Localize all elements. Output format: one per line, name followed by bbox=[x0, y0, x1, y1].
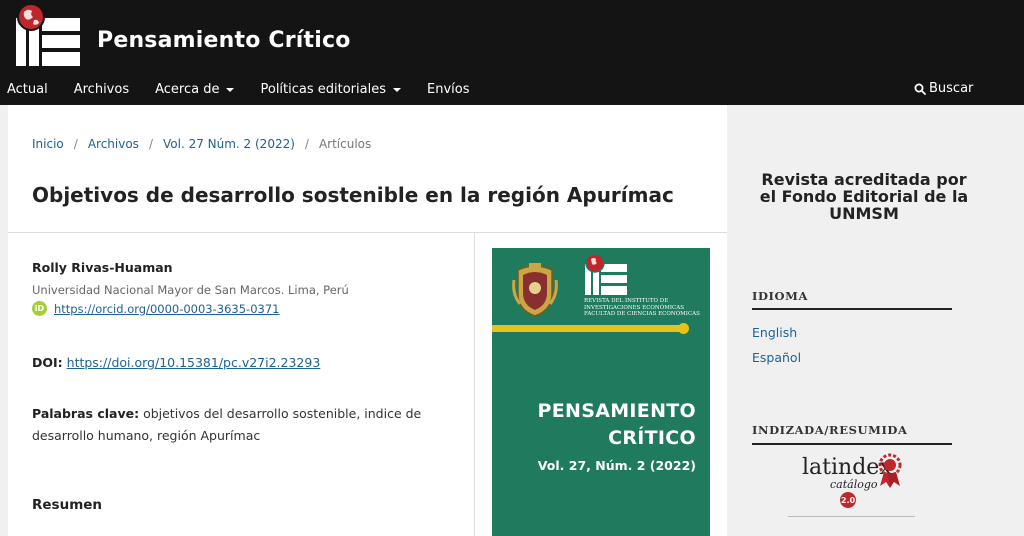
divider bbox=[474, 232, 475, 536]
block-rule bbox=[752, 443, 952, 445]
orcid-link[interactable]: https://orcid.org/0000-0003-3635-0371 bbox=[54, 302, 279, 316]
language-block-title: IDIOMA bbox=[752, 289, 809, 303]
iie-globe-logo-icon[interactable] bbox=[14, 4, 82, 68]
nav-envios[interactable]: Envíos bbox=[427, 82, 470, 97]
breadcrumb: Inicio / Archivos / Vol. 27 Núm. 2 (2022… bbox=[32, 137, 371, 151]
caret-down-icon bbox=[392, 88, 401, 92]
sidebar: Revista acreditada por el Fondo Editoria… bbox=[728, 105, 1024, 536]
breadcrumb-separator: / bbox=[304, 137, 309, 151]
site-title[interactable]: Pensamiento Crítico bbox=[97, 28, 351, 53]
breadcrumb-separator: / bbox=[148, 137, 153, 151]
nav-archivos[interactable]: Archivos bbox=[74, 82, 129, 97]
article-title: Objetivos de desarrollo sostenible en la… bbox=[32, 183, 674, 207]
divider bbox=[8, 232, 727, 233]
cover-header: REVISTA DEL INSTITUTO DE INVESTIGACIONES… bbox=[492, 248, 710, 338]
breadcrumb-current: Artículos bbox=[318, 137, 372, 151]
doi-row: DOI: https://doi.org/10.15381/pc.v27i2.2… bbox=[32, 355, 320, 370]
site-header: Pensamiento Crítico Actual Archivos Acer… bbox=[0, 0, 1024, 105]
cover-pencil-tip bbox=[678, 323, 689, 334]
main-nav: Actual Archivos Acerca de Políticas edit… bbox=[0, 78, 495, 100]
iie-globe-logo-icon bbox=[585, 254, 627, 295]
nav-acerca-de[interactable]: Acerca de bbox=[155, 82, 235, 97]
language-english[interactable]: English bbox=[752, 325, 797, 340]
orcid-row: iD https://orcid.org/0000-0003-3635-0371 bbox=[32, 301, 279, 316]
block-rule bbox=[752, 308, 952, 310]
keywords-label: Palabras clave: bbox=[32, 406, 140, 421]
indexed-block-title: INDIZADA/RESUMIDA bbox=[752, 423, 908, 437]
breadcrumb-inicio[interactable]: Inicio bbox=[32, 137, 64, 151]
latindex-text: latindex bbox=[802, 455, 892, 480]
search-icon bbox=[914, 83, 926, 95]
cover-institution: REVISTA DEL INSTITUTO DE INVESTIGACIONES… bbox=[584, 298, 700, 317]
cover-pencil-bar bbox=[492, 325, 682, 332]
author-affiliation: Universidad Nacional Mayor de San Marcos… bbox=[32, 283, 349, 297]
latindex-version-text: 2.0 bbox=[841, 496, 856, 505]
accreditation-notice: Revista acreditada por el Fondo Editoria… bbox=[759, 170, 969, 223]
breadcrumb-archivos[interactable]: Archivos bbox=[88, 137, 139, 151]
caret-down-icon bbox=[226, 88, 235, 92]
cover-title: PENSAMIENTO CRÍTICO bbox=[537, 400, 696, 449]
author-name: Rolly Rivas-Huaman bbox=[32, 260, 173, 275]
abstract-heading: Resumen bbox=[32, 497, 103, 513]
doi-label: DOI: bbox=[32, 355, 63, 370]
issue-cover-image[interactable]: REVISTA DEL INSTITUTO DE INVESTIGACIONES… bbox=[492, 248, 710, 536]
cover-volume: Vol. 27, Núm. 2 (2022) bbox=[537, 458, 696, 473]
language-espanol[interactable]: Español bbox=[752, 350, 801, 365]
orcid-icon: iD bbox=[32, 301, 47, 316]
breadcrumb-issue[interactable]: Vol. 27 Núm. 2 (2022) bbox=[163, 137, 295, 151]
nav-actual[interactable]: Actual bbox=[7, 82, 48, 97]
latindex-logo[interactable]: latindex catálogo 2.0 bbox=[798, 450, 918, 510]
breadcrumb-separator: / bbox=[73, 137, 78, 151]
doi-link[interactable]: https://doi.org/10.15381/pc.v27i2.23293 bbox=[67, 355, 321, 370]
main-content: Inicio / Archivos / Vol. 27 Núm. 2 (2022… bbox=[8, 105, 727, 536]
university-crest-icon bbox=[512, 263, 558, 317]
nav-politicas-editoriales[interactable]: Políticas editoriales bbox=[260, 82, 401, 97]
divider bbox=[788, 516, 915, 517]
keywords: Palabras clave: objetivos del desarrollo… bbox=[32, 403, 452, 447]
search-link[interactable]: Buscar bbox=[914, 81, 973, 96]
latindex-catalog-text: catálogo bbox=[830, 478, 878, 491]
